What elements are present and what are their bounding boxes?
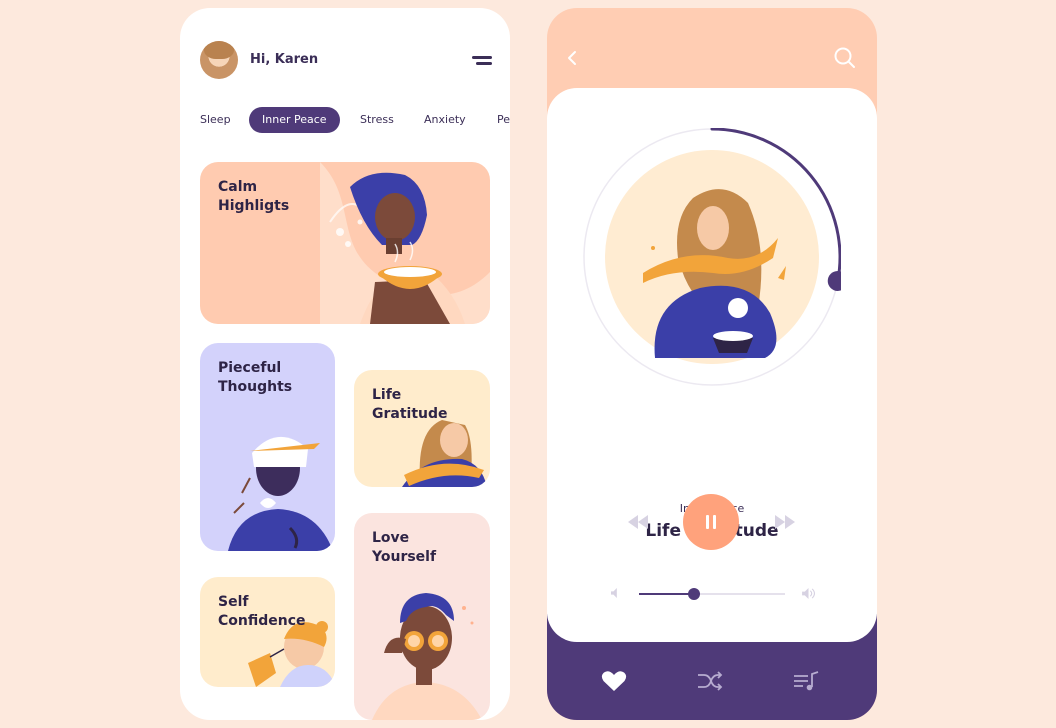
category-tabs: Sleep Inner Peace Stress Anxiety Pe xyxy=(180,107,510,133)
home-screen: Hi, Karen Sleep Inner Peace Stress Anxie… xyxy=(180,8,510,720)
tab-anxiety[interactable]: Anxiety xyxy=(424,107,466,133)
search-icon[interactable] xyxy=(833,46,857,70)
shuffle-icon[interactable] xyxy=(697,670,723,692)
card-calm-highligts[interactable]: Calm Highligts xyxy=(200,162,490,324)
fast-forward-icon[interactable] xyxy=(775,515,795,529)
card-title: Calm Highligts xyxy=(218,179,290,214)
player-card: Inner Peace Life Gratitude xyxy=(547,88,877,642)
heart-icon[interactable] xyxy=(601,670,627,692)
card-title: Self Confidence xyxy=(218,594,306,629)
card-love-yourself[interactable]: Love Yourself xyxy=(354,513,490,720)
chevron-left-icon[interactable] xyxy=(563,48,583,68)
progress-ring[interactable] xyxy=(583,128,841,386)
card-title: Pieceful Thoughts xyxy=(218,360,293,395)
avatar[interactable] xyxy=(200,41,238,79)
player-screen: Inner Peace Life Gratitude xyxy=(547,8,877,720)
tab-stress[interactable]: Stress xyxy=(360,107,394,133)
tab-sleep[interactable]: Sleep xyxy=(200,107,231,133)
card-life-gratitude[interactable]: Life Gratitude xyxy=(354,370,490,487)
rewind-icon[interactable] xyxy=(628,515,648,529)
volume-high-icon xyxy=(802,588,815,599)
card-title: Love Yourself xyxy=(372,530,437,565)
card-title: Life Gratitude xyxy=(372,387,448,422)
pause-button[interactable] xyxy=(683,494,739,550)
card-self-confidence[interactable]: Self Confidence xyxy=(200,577,335,687)
card-pieceful-thoughts[interactable]: Pieceful Thoughts xyxy=(200,343,335,551)
tab-pe[interactable]: Pe xyxy=(497,107,510,133)
tab-inner-peace[interactable]: Inner Peace xyxy=(249,107,340,133)
greeting-text: Hi, Karen xyxy=(250,52,319,67)
app-background xyxy=(0,0,1056,728)
volume-low-icon xyxy=(611,588,617,598)
playlist-icon[interactable] xyxy=(793,670,819,692)
volume-slider[interactable] xyxy=(639,588,785,600)
hamburger-menu-icon[interactable] xyxy=(466,54,492,70)
